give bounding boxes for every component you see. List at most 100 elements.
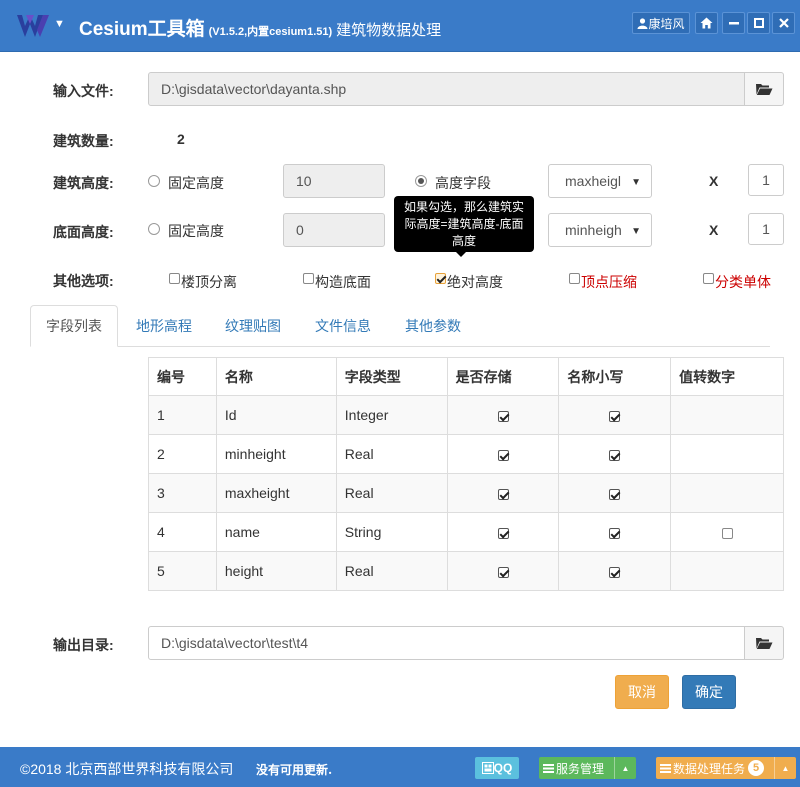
- height-field-select[interactable]: maxheigl ▼: [548, 164, 652, 198]
- table-row: 5 height Real: [148, 551, 784, 591]
- column-header: 编号: [148, 357, 217, 396]
- height-fixed-label: 固定高度: [168, 175, 224, 191]
- tab-field-list[interactable]: 字段列表: [30, 305, 118, 347]
- option-roof-separate-checkbox[interactable]: [169, 273, 180, 284]
- title-bar: ▼ Cesium工具箱 (V1.5.2,内置cesium1.51) 建筑物数据处理 …: [0, 0, 800, 52]
- store-checkbox[interactable]: [497, 488, 509, 500]
- qq-button[interactable]: QQ: [475, 757, 519, 779]
- data-tasks-label: 数据处理任务: [673, 761, 746, 776]
- cell-type: String: [335, 512, 448, 552]
- lowercase-checkbox[interactable]: [609, 488, 621, 500]
- store-checkbox[interactable]: [497, 527, 509, 539]
- cell-type: Real: [335, 434, 448, 474]
- cell-name: maxheight: [215, 473, 337, 513]
- store-checkbox[interactable]: [497, 449, 509, 461]
- height-field-select-value: maxheigl: [565, 173, 622, 189]
- user-name: 康培风: [648, 16, 685, 31]
- option-classify-checkbox[interactable]: [703, 273, 714, 284]
- close-icon: [778, 18, 789, 28]
- app-subtitle: 建筑物数据处理: [336, 22, 442, 39]
- menu-caret-icon[interactable]: ▼: [54, 18, 65, 30]
- qq-label: QQ: [493, 761, 513, 775]
- tab-texture[interactable]: 纹理贴图: [210, 305, 296, 347]
- column-header: 是否存储: [446, 357, 560, 396]
- table-header-row: 编号 名称 字段类型 是否存储 名称小写 值转数字: [148, 357, 784, 396]
- service-manage-label: 服务管理: [556, 761, 605, 776]
- tab-other-params[interactable]: 其他参数: [390, 305, 476, 347]
- cell-name: minheight: [215, 434, 337, 474]
- status-bar: ©2018 北京西部世界科技有限公司 没有可用更新. QQ 服务管理 ▲ 数据处…: [0, 747, 800, 787]
- height-field-radio[interactable]: [415, 175, 427, 187]
- tab-terrain-elevation[interactable]: 地形高程: [121, 305, 207, 347]
- base-fixed-label: 固定高度: [168, 223, 224, 239]
- cancel-button[interactable]: 取消: [615, 675, 669, 709]
- cell-name: Id: [215, 395, 337, 435]
- input-file-field[interactable]: D:\gisdata\vector\dayanta.shp: [148, 72, 745, 106]
- tab-file-info[interactable]: 文件信息: [300, 305, 386, 347]
- cell-no: 3: [148, 473, 217, 513]
- cell-name: name: [215, 512, 337, 552]
- browse-input-button[interactable]: [744, 72, 784, 106]
- ok-button[interactable]: 确定: [682, 675, 736, 709]
- qq-icon: [481, 762, 494, 774]
- building-height-label: 建筑高度:: [53, 175, 114, 191]
- option-build-base-checkbox[interactable]: [303, 273, 314, 284]
- option-classify-label: 分类单体: [715, 274, 771, 290]
- store-checkbox[interactable]: [497, 410, 509, 422]
- option-build-base-label: 构造底面: [315, 274, 371, 290]
- user-button[interactable]: 康培风: [632, 12, 690, 34]
- browse-output-button[interactable]: [744, 626, 784, 660]
- to-number-checkbox[interactable]: [721, 527, 733, 539]
- base-height-label: 底面高度:: [53, 224, 114, 240]
- tasks-menu-caret-icon[interactable]: ▲: [774, 757, 796, 779]
- lowercase-checkbox[interactable]: [609, 527, 621, 539]
- option-vertex-compress-checkbox[interactable]: [569, 273, 580, 284]
- height-fixed-radio[interactable]: [148, 175, 160, 187]
- tab-bar: 字段列表 地形高程 纹理贴图 文件信息 其他参数: [30, 305, 770, 347]
- option-vertex-compress-label: 顶点压缩: [581, 274, 637, 290]
- base-fixed-input[interactable]: 0: [283, 213, 385, 247]
- home-button[interactable]: [695, 12, 718, 34]
- task-count-badge: 5: [748, 760, 765, 776]
- option-absolute-height-checkbox[interactable]: [435, 273, 446, 284]
- service-manage-button[interactable]: 服务管理 ▲: [539, 757, 636, 779]
- app-title: Cesium工具箱 (V1.5.2,内置cesium1.51) 建筑物数据处理: [79, 19, 442, 40]
- update-status: 没有可用更新.: [256, 763, 333, 777]
- table-row: 2 minheight Real: [148, 434, 784, 474]
- lowercase-checkbox[interactable]: [609, 449, 621, 461]
- base-factor-input[interactable]: 1: [748, 213, 784, 245]
- table-row: 1 Id Integer: [148, 395, 784, 435]
- table-row: 4 name String: [148, 512, 784, 552]
- service-menu-caret-icon[interactable]: ▲: [614, 757, 636, 779]
- app-logo-icon[interactable]: [16, 12, 50, 40]
- lowercase-checkbox[interactable]: [609, 410, 621, 422]
- cell-type: Real: [335, 551, 448, 591]
- input-file-label: 输入文件:: [53, 83, 114, 99]
- folder-open-icon: [756, 84, 773, 95]
- column-header: 名称: [215, 357, 337, 396]
- cell-no: 2: [148, 434, 217, 474]
- output-dir-field[interactable]: D:\gisdata\vector\test\t4: [148, 626, 745, 660]
- building-count-label: 建筑数量:: [53, 133, 114, 149]
- cell-no: 1: [148, 395, 217, 435]
- minimize-button[interactable]: [722, 12, 745, 34]
- lowercase-checkbox[interactable]: [609, 566, 621, 578]
- maximize-button[interactable]: [747, 12, 770, 34]
- close-button[interactable]: [772, 12, 795, 34]
- chevron-down-icon: ▼: [631, 177, 641, 188]
- base-field-select-value: minheigh: [565, 222, 622, 238]
- minimize-icon: [728, 22, 739, 25]
- option-absolute-height-label: 绝对高度: [447, 274, 503, 290]
- list-icon: [543, 763, 554, 773]
- store-checkbox[interactable]: [497, 566, 509, 578]
- absolute-height-tooltip: 如果勾选，那么建筑实际高度=建筑高度-底面高度: [394, 196, 534, 257]
- base-fixed-radio[interactable]: [148, 223, 160, 235]
- base-field-select[interactable]: minheigh ▼: [548, 213, 652, 247]
- table-row: 3 maxheight Real: [148, 473, 784, 513]
- data-tasks-button[interactable]: 数据处理任务 5 ▲: [656, 757, 796, 779]
- maximize-icon: [753, 18, 764, 28]
- height-factor-input[interactable]: 1: [748, 164, 784, 196]
- field-table: 编号 名称 字段类型 是否存储 名称小写 值转数字 1 Id Integer 2…: [148, 357, 784, 591]
- building-count-value: 2: [177, 131, 185, 147]
- height-fixed-input[interactable]: 10: [283, 164, 385, 198]
